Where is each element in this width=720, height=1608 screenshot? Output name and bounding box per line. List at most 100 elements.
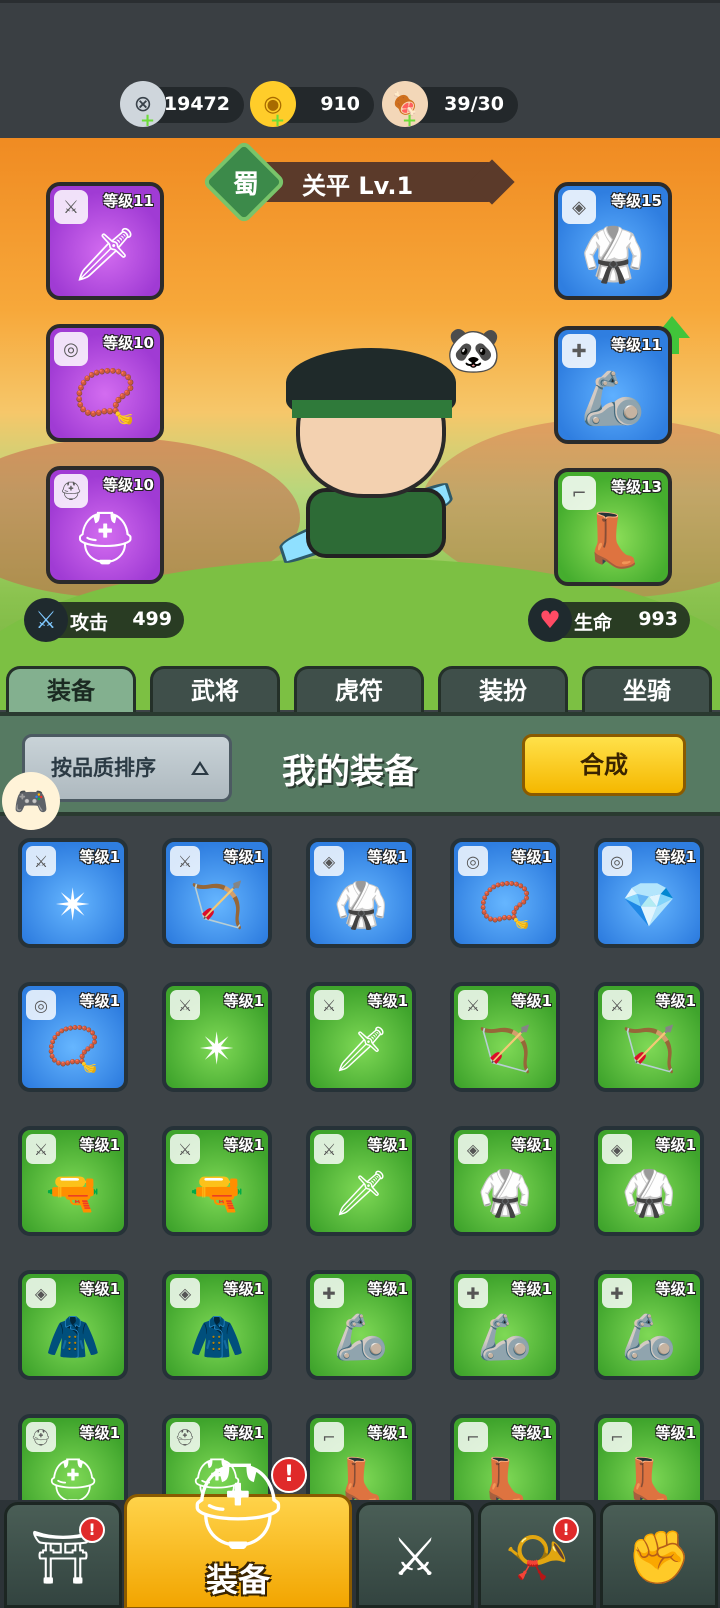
hero-headband (292, 400, 452, 418)
item-art-icon: 🥋 (477, 1168, 533, 1219)
nav-battle[interactable]: ⚔ (356, 1502, 474, 1608)
nav-summon[interactable]: 📯 ! (478, 1502, 596, 1608)
item-art-icon: 🦾 (477, 1312, 533, 1363)
nav-gate[interactable]: ⛩ ! (4, 1502, 122, 1608)
item-level: 等级1 (655, 1424, 696, 1442)
equipped-bracer-slot[interactable]: ✚ 等级11 🦾 (554, 326, 672, 444)
inventory-grid: ⚔ 等级1 ✴ ⚔ 等级1 🏹 ◈ 等级1 🥋 ◎ 等级1 📿 ◎ 等级1 💎 ◎ 等级1 📿 ⚔ 等级1 ✴ ⚔ 等级1 🗡… (0, 820, 720, 1500)
item-art-icon: 🏹 (621, 1024, 677, 1075)
hp-label: 生命 (574, 612, 613, 634)
inventory-item[interactable]: ⌐ 等级1 👢 (450, 1414, 560, 1500)
stamina-resource[interactable]: 🍖 + 39/30 (382, 81, 518, 131)
slot-level: 等级10 (103, 476, 154, 494)
silver-resource[interactable]: ⊗ + 19472 (120, 81, 244, 131)
equipped-helmet-slot[interactable]: ⛑ 等级10 ⛑ (46, 466, 164, 584)
bracer-icon: ✚ (562, 334, 596, 368)
page-title: 我的装备 (282, 752, 418, 792)
hero-character[interactable] (275, 348, 476, 568)
sword-icon: ⚔ (458, 990, 488, 1020)
gold-resource[interactable]: ◉ + 910 (250, 81, 374, 131)
equipped-boots-slot[interactable]: ⌐ 等级13 👢 (554, 468, 672, 586)
tab-equipment[interactable]: 装备 (6, 666, 136, 714)
equipped-necklace-slot[interactable]: ◎ 等级10 📿 (46, 324, 164, 442)
tab-outfit[interactable]: 装扮 (438, 666, 568, 714)
item-level: 等级1 (367, 848, 408, 866)
inventory-item[interactable]: ⚔ 等级1 🔫 (18, 1126, 128, 1236)
nav-equipment[interactable]: ⛑ ! 装备 (124, 1457, 352, 1608)
item-level: 等级1 (79, 848, 120, 866)
gamepad-icon[interactable]: 🎮 (2, 772, 60, 830)
armor-icon: ◈ (314, 846, 344, 876)
attack-stat: ⚔ 攻击 499 (24, 598, 184, 642)
inventory-item[interactable]: ◈ 等级1 🧥 (162, 1270, 272, 1380)
inventory-item[interactable]: ◈ 等级1 🥋 (450, 1126, 560, 1236)
sword-icon: ⚔ (314, 1134, 344, 1164)
item-art-icon: ✴ (198, 1024, 236, 1075)
inventory-item[interactable]: ◈ 等级1 🥋 (594, 1126, 704, 1236)
inventory-item[interactable]: ◈ 等级1 🧥 (18, 1270, 128, 1380)
armor-icon: ◈ (458, 1134, 488, 1164)
heart-icon: ♥ (528, 598, 572, 642)
inventory-item[interactable]: ⚔ 等级1 ✴ (18, 838, 128, 948)
necklace-art-icon: 📿 (72, 367, 138, 427)
item-level: 等级1 (511, 1136, 552, 1154)
sword-icon: ⚔ (602, 990, 632, 1020)
item-level: 等级1 (79, 1136, 120, 1154)
boot-icon: ⌐ (458, 1422, 488, 1452)
item-level: 等级1 (223, 1280, 264, 1298)
equipped-weapon-slot[interactable]: ⚔ 等级11 🗡 (46, 182, 164, 300)
item-art-icon: 👢 (621, 1456, 677, 1500)
item-level: 等级1 (655, 1136, 696, 1154)
merge-button[interactable]: 合成 (522, 734, 686, 796)
item-level: 等级1 (511, 1424, 552, 1442)
bracer-art-icon: 🦾 (580, 369, 646, 429)
notification-badge: ! (271, 1457, 307, 1493)
sort-label: 按品质排序 (51, 756, 156, 780)
gold-value: 910 (320, 93, 360, 115)
slot-level: 等级10 (103, 334, 154, 352)
item-level: 等级1 (223, 848, 264, 866)
armor-art-icon: 🥋 (580, 225, 646, 285)
hero-name-level: 关平 Lv.1 (302, 172, 414, 200)
tab-tiger-tally[interactable]: 虎符 (294, 666, 424, 714)
hero-nameplate: 蜀 关平 Lv.1 (201, 139, 515, 225)
inventory-item[interactable]: ⚔ 等级1 🔫 (162, 1126, 272, 1236)
add-gold-icon[interactable]: + (270, 110, 285, 131)
inventory-item[interactable]: ⚔ 等级1 ✴ (162, 982, 272, 1092)
nav-upgrade[interactable]: ✊ (600, 1502, 718, 1608)
inventory-item[interactable]: ⚔ 等级1 🗡 (306, 982, 416, 1092)
bracer-icon: ✚ (314, 1278, 344, 1308)
inventory-item[interactable]: ◎ 等级1 📿 (18, 982, 128, 1092)
armor-icon: ◈ (602, 1134, 632, 1164)
tab-mount[interactable]: 坐骑 (582, 666, 712, 714)
inventory-item[interactable]: ✚ 等级1 🦾 (450, 1270, 560, 1380)
inventory-item[interactable]: ✚ 等级1 🦾 (594, 1270, 704, 1380)
medal-icon: ◎ (602, 846, 632, 876)
panda-pet-icon: 🐼 (446, 325, 501, 376)
inventory-item[interactable]: ⚔ 等级1 🏹 (450, 982, 560, 1092)
helmet-icon: ⛑ (26, 1422, 56, 1452)
inventory-item[interactable]: ⛑ 等级1 ⛑ (18, 1414, 128, 1500)
inventory-item[interactable]: ⚔ 等级1 🗡 (306, 1126, 416, 1236)
inventory-item[interactable]: ⌐ 等级1 👢 (594, 1414, 704, 1500)
sword-icon: ⚔ (26, 1134, 56, 1164)
silver-value: 19472 (163, 93, 230, 115)
inventory-item[interactable]: ⚔ 等级1 🏹 (162, 838, 272, 948)
equipped-armor-slot[interactable]: ◈ 等级15 🥋 (554, 182, 672, 300)
tab-generals[interactable]: 武将 (150, 666, 280, 714)
notification-badge: ! (79, 1517, 105, 1543)
inventory-item[interactable]: ◈ 等级1 🥋 (306, 838, 416, 948)
item-level: 等级1 (511, 1280, 552, 1298)
helmet-icon: ⛑ (184, 1457, 292, 1555)
inventory-item[interactable]: ◎ 等级1 📿 (450, 838, 560, 948)
item-art-icon: 💎 (621, 880, 677, 931)
add-silver-icon[interactable]: + (140, 110, 155, 131)
nameplate-arrow-icon (469, 159, 515, 205)
nav-equipment-label: 装备 (205, 1561, 270, 1599)
inventory-item[interactable]: ✚ 等级1 🦾 (306, 1270, 416, 1380)
add-stamina-icon[interactable]: + (402, 110, 417, 131)
item-art-icon: 🧥 (189, 1312, 245, 1363)
inventory-item[interactable]: ◎ 等级1 💎 (594, 838, 704, 948)
item-art-icon: 🏹 (477, 1024, 533, 1075)
inventory-item[interactable]: ⚔ 等级1 🏹 (594, 982, 704, 1092)
